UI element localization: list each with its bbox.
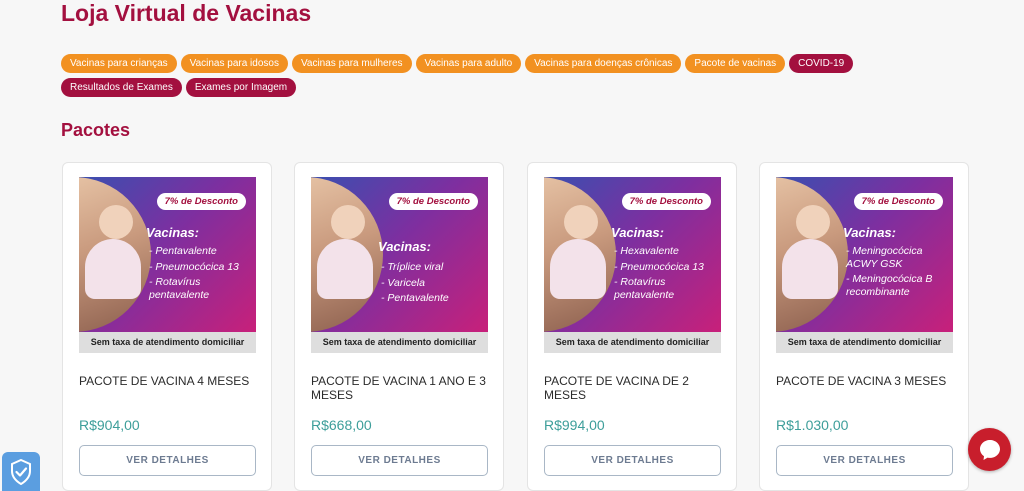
mother-baby-photo: [544, 177, 616, 332]
vaccines-heading: Vacinas:: [843, 225, 896, 240]
vaccine-item: - Pentavalente: [149, 245, 217, 257]
category-chip-idosos[interactable]: Vacinas para idosos: [180, 54, 288, 73]
product-card: 7% de Desconto Vacinas: - Tríplice viral…: [294, 162, 504, 491]
category-chip-criancas[interactable]: Vacinas para crianças: [61, 54, 177, 73]
details-button[interactable]: VER DETALHES: [544, 445, 721, 476]
category-chips: Vacinas para crianças Vacinas para idoso…: [61, 54, 961, 97]
category-chip-resultados-exames[interactable]: Resultados de Exames: [61, 78, 182, 97]
page-title: Loja Virtual de Vacinas: [61, 0, 312, 26]
category-chip-exames-imagem[interactable]: Exames por Imagem: [185, 78, 297, 97]
product-banner: 7% de Desconto Vacinas: - Hexavalente - …: [544, 177, 721, 332]
privacy-widget[interactable]: [2, 452, 40, 491]
vaccine-item: - Pneumocócica 13: [614, 260, 704, 273]
vaccine-item: - Rotavírus pentavalente: [149, 276, 210, 301]
category-chip-pacote[interactable]: Pacote de vacinas: [685, 54, 786, 73]
product-name[interactable]: PACOTE DE VACINA 1 ANO E 3 MESES: [311, 374, 491, 402]
discount-badge: 7% de Desconto: [156, 193, 246, 210]
product-card: 7% de Desconto Vacinas: - Hexavalente - …: [527, 162, 737, 491]
father-baby-photo: [776, 177, 848, 332]
product-price: R$1.030,00: [776, 417, 849, 433]
product-price: R$904,00: [79, 417, 140, 433]
vaccine-item: - Hexavalente: [614, 245, 679, 257]
category-chip-covid[interactable]: COVID-19: [789, 54, 854, 73]
mother-baby-photo: [311, 177, 383, 332]
details-button[interactable]: VER DETALHES: [311, 445, 488, 476]
vaccines-heading: Vacinas:: [378, 239, 431, 254]
product-card: 7% de Desconto Vacinas: - Pentavalente -…: [62, 162, 272, 491]
product-banner: 7% de Desconto Vacinas: - Meningocócica …: [776, 177, 953, 332]
vaccines-list: - Meningocócica ACWY GSK - Meningocócica…: [846, 245, 950, 301]
product-price: R$994,00: [544, 417, 605, 433]
vaccine-item: - Pentavalente: [381, 292, 449, 304]
vaccine-item: - Varicela: [381, 276, 425, 289]
category-chip-mulheres[interactable]: Vacinas para mulheres: [291, 54, 412, 73]
vaccine-item: - Meningocócica B recombinante: [846, 273, 933, 298]
discount-badge: 7% de Desconto: [853, 193, 943, 210]
product-image[interactable]: 7% de Desconto Vacinas: - Hexavalente - …: [544, 177, 721, 353]
product-name[interactable]: PACOTE DE VACINA 4 MESES: [79, 374, 259, 388]
vaccine-item: - Meningocócica ACWY GSK: [846, 245, 923, 270]
product-name[interactable]: PACOTE DE VACINA DE 2 MESES: [544, 374, 724, 402]
vaccines-heading: Vacinas:: [611, 225, 664, 240]
product-banner: 7% de Desconto Vacinas: - Tríplice viral…: [311, 177, 488, 332]
vaccines-list: - Pentavalente - Pneumocócica 13 - Rotav…: [149, 245, 253, 304]
discount-badge: 7% de Desconto: [621, 193, 711, 210]
product-card: 7% de Desconto Vacinas: - Meningocócica …: [759, 162, 969, 491]
vaccine-item: - Pneumocócica 13: [149, 260, 239, 273]
product-image[interactable]: 7% de Desconto Vacinas: - Tríplice viral…: [311, 177, 488, 353]
chat-button[interactable]: [968, 428, 1011, 471]
chat-bubble-icon: [979, 439, 1000, 460]
tax-note: Sem taxa de atendimento domiciliar: [544, 332, 721, 353]
details-button[interactable]: VER DETALHES: [776, 445, 953, 476]
category-chip-doencas-cronicas[interactable]: Vacinas para doenças crônicas: [525, 54, 682, 73]
mother-baby-photo: [79, 177, 151, 332]
product-banner: 7% de Desconto Vacinas: - Pentavalente -…: [79, 177, 256, 332]
product-name[interactable]: PACOTE DE VACINA 3 MESES: [776, 374, 956, 388]
vaccines-list: - Hexavalente - Pneumocócica 13 - Rotaví…: [614, 245, 718, 304]
tax-note: Sem taxa de atendimento domiciliar: [311, 332, 488, 353]
product-image[interactable]: 7% de Desconto Vacinas: - Pentavalente -…: [79, 177, 256, 353]
vaccines-list: - Tríplice viral - Varicela - Pentavalen…: [381, 261, 485, 308]
shield-check-icon: [11, 458, 31, 485]
details-button[interactable]: VER DETALHES: [79, 445, 256, 476]
vaccine-item: - Tríplice viral: [381, 261, 444, 273]
category-chip-adulto[interactable]: Vacinas para adulto: [415, 54, 522, 73]
discount-badge: 7% de Desconto: [388, 193, 478, 210]
tax-note: Sem taxa de atendimento domiciliar: [776, 332, 953, 353]
vaccines-heading: Vacinas:: [146, 225, 199, 240]
tax-note: Sem taxa de atendimento domiciliar: [79, 332, 256, 353]
vaccine-item: - Rotavírus pentavalente: [614, 276, 675, 301]
section-title: Pacotes: [61, 120, 131, 140]
product-price: R$668,00: [311, 417, 372, 433]
product-image[interactable]: 7% de Desconto Vacinas: - Meningocócica …: [776, 177, 953, 353]
